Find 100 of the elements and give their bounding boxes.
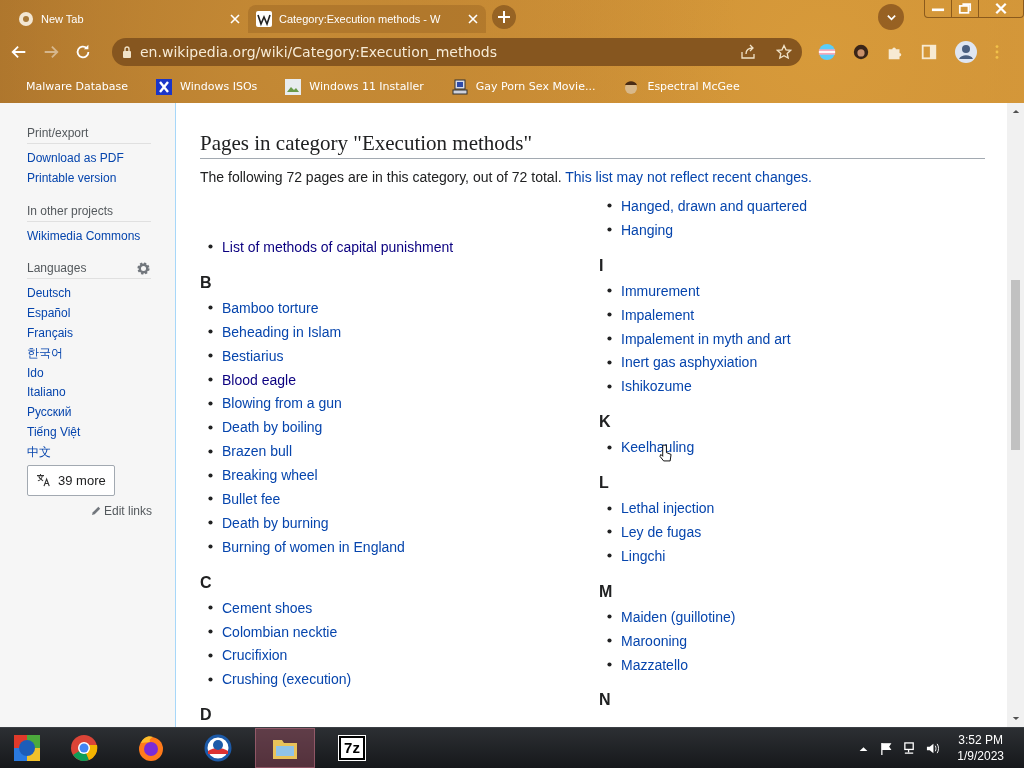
bullet-icon [607,553,612,559]
bookmark[interactable]: Malware Database [14,80,129,93]
sidebar-link[interactable]: Français [27,324,151,344]
scrollbar-thumb[interactable] [1011,280,1020,450]
chrome-icon [69,733,99,763]
bullet-icon [208,676,213,682]
page-link[interactable]: Colombian necktie [222,623,338,640]
sidebar-link[interactable]: Deutsch [27,284,151,305]
sidebar-link[interactable]: Download as PDF [27,149,151,169]
page-link[interactable]: Mazzatello [621,656,688,673]
more-languages-button[interactable]: 39 more [27,464,115,496]
circle-logo-icon [203,733,233,763]
sidebar-link[interactable]: Tiếng Việt [27,422,151,443]
page-link[interactable]: Ley de fugas [621,523,702,540]
bullet-icon [607,203,612,209]
letter-heading: L [599,473,610,494]
edit-links-link[interactable]: Edit links [90,503,152,518]
sidebar-link[interactable]: 中文 [27,442,151,463]
bullet-icon [607,444,612,450]
bullet-icon [607,505,612,511]
sidebar-link[interactable]: Printable version [27,168,151,189]
page-link[interactable]: Bullet fee [222,490,281,507]
browser-tab[interactable]: New Tab [10,5,248,33]
bullet-icon [208,244,213,250]
section-heading: Languages [27,260,87,277]
page-link[interactable]: List of methods of capital punishment [222,238,454,255]
page-link[interactable]: Blood eagle [222,371,296,388]
page-link[interactable]: Hanged, drawn and quartered [621,197,808,214]
close-icon[interactable] [230,14,240,24]
page-link[interactable]: Breaking wheel [222,467,318,484]
intro-text: The following 72 pages are in this category, out of 72 total. This list may not reflect recent changes. [200,168,813,187]
page-link[interactable]: Bamboo torture [222,299,319,316]
flag-icon[interactable] [880,741,894,755]
page-heading: Pages in category "Execution methods" [200,131,985,159]
clock[interactable]: 3:52 PM 1/9/2023 [949,732,1024,764]
browser-tab[interactable]: Category:Execution methods - W [248,5,486,33]
bullet-icon [208,353,213,359]
page-link[interactable]: Burning of women in England [222,538,405,555]
bullet-icon [208,472,213,478]
tab-title: New Tab [41,13,85,25]
tab-search-button[interactable] [878,4,904,30]
reload-icon[interactable] [74,43,92,61]
extension-icon[interactable] [852,43,870,61]
taskbar-app[interactable]: 7z [322,728,382,768]
page-link[interactable]: Immurement [621,282,700,299]
profile-icon[interactable] [954,40,978,64]
cartoon-head-icon [623,78,640,95]
page-link[interactable]: Cement shoes [222,599,313,616]
page-link[interactable]: Impalement [621,306,695,323]
translate-icon [36,473,52,488]
share-icon[interactable] [740,44,756,60]
page-link[interactable]: Ishikozume [621,378,692,395]
page-link[interactable]: Maiden (guillotine) [621,608,736,625]
bullet-icon [208,652,213,658]
sidebar-link[interactable]: Русский [27,403,151,423]
bullet-icon [607,529,612,535]
network-icon[interactable] [903,741,917,755]
taskbar-app[interactable] [255,728,315,768]
bullet-icon [607,638,612,644]
star-icon[interactable] [776,44,792,60]
letter-heading: C [200,572,213,593]
page-link[interactable]: Death by burning [222,514,329,531]
section-heading: In other projects [27,202,114,219]
close-icon[interactable] [468,14,478,24]
bullet-icon [208,520,213,526]
sidebar-link[interactable]: Ido [27,363,151,384]
sidebar-link[interactable]: Italiano [27,383,151,404]
scroll-up-icon[interactable] [1011,109,1020,114]
page-link[interactable]: Inert gas asphyxiation [621,354,758,371]
bullet-icon [607,614,612,620]
bullet-icon [208,605,213,611]
page-link[interactable]: Bestiarius [222,347,284,364]
address-bar[interactable]: en.wikipedia.org/wiki/Category:Execution_methods [112,38,802,66]
bullet-icon [607,288,612,294]
page-link[interactable]: Crushing (execution) [222,671,352,688]
sidebar-link[interactable]: Wikimedia Commons [27,226,151,247]
page-link[interactable]: Beheading in Islam [222,323,342,340]
scroll-down-icon[interactable] [1011,716,1020,721]
settings-icon[interactable] [136,260,151,276]
page-link[interactable]: Death by boiling [222,419,323,436]
page-link[interactable]: Hanging [621,221,674,238]
page-link[interactable]: Keelhauling [621,439,695,456]
page-link[interactable]: Blowing from a gun [222,395,342,412]
changes-link[interactable]: This list may not reflect recent changes. [565,169,812,185]
letter-heading: D [200,705,213,726]
page-link[interactable]: Lethal injection [621,500,715,517]
back-icon[interactable] [10,43,28,61]
page-link[interactable]: Lingchi [621,547,666,564]
page-link[interactable]: Impalement in myth and art [621,330,791,347]
bullet-icon [208,424,213,430]
x-icon [156,78,173,95]
page-link[interactable]: Crucifixion [222,647,288,664]
page-link[interactable]: Marooning [621,632,688,649]
sidebar-link[interactable]: Español [27,304,151,324]
bullet-icon [208,377,213,382]
page-link[interactable]: Brazen bull [222,443,293,460]
bullet-icon [607,336,612,341]
volume-icon[interactable] [926,741,940,755]
new-tab-button[interactable] [492,5,516,29]
sidebar-link[interactable]: 한국어 [27,343,151,364]
